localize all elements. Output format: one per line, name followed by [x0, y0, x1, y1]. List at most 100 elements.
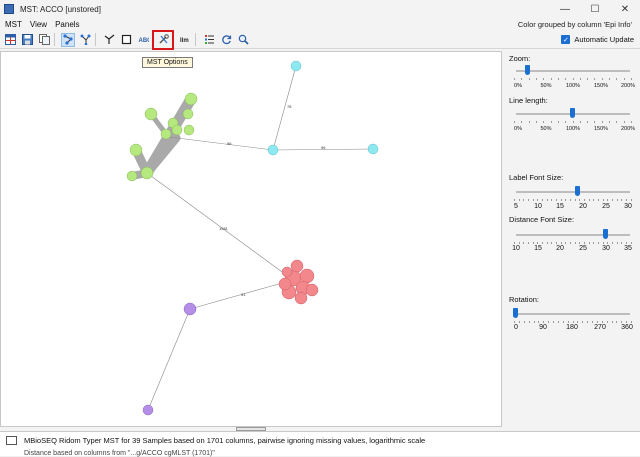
network-alt-icon[interactable] [78, 33, 92, 47]
square-icon[interactable] [119, 33, 133, 47]
mst-options-tooltip: MST Options [142, 57, 193, 68]
menu-panels[interactable]: Panels [55, 20, 79, 29]
node [183, 302, 197, 316]
toolbar-separator [195, 33, 196, 46]
rotation-slider-track[interactable] [516, 313, 630, 315]
scale-label: 50% [540, 126, 552, 132]
svg-text:Ilm: Ilm [180, 38, 189, 44]
scale-label: 35 [624, 245, 632, 252]
scale-label: 90 [539, 324, 547, 331]
mst-graph-canvas[interactable]: 78 96 96 1581 31 [0, 51, 502, 427]
node [142, 404, 154, 416]
red-cluster [278, 259, 319, 305]
grid-icon[interactable] [3, 33, 17, 47]
edge-label: 1581 [219, 226, 229, 231]
scale-label: 180 [566, 324, 578, 331]
search-icon[interactable] [236, 33, 250, 47]
rotation-scale: 0 90 180 270 360 [504, 324, 640, 334]
node [290, 259, 304, 273]
node [267, 144, 279, 156]
distance-font-size-slider-track[interactable] [516, 234, 630, 236]
window-title: MST: ACCO [unstored] [20, 4, 101, 14]
menu-bar: MST View Panels Color grouped by column … [0, 18, 640, 31]
label-font-size-slider-thumb[interactable] [575, 186, 580, 196]
app-icon [4, 4, 14, 14]
scale-label: 5 [514, 203, 518, 210]
close-button[interactable]: ✕ [610, 0, 640, 18]
scale-label: 10 [512, 245, 520, 252]
zoom-ticks [514, 78, 632, 81]
node [129, 143, 143, 157]
label-font-size-slider-track[interactable] [516, 191, 630, 193]
label-font-size-label: Label Font Size: [509, 173, 564, 182]
distance-font-size-scale: 10 15 20 25 30 35 [504, 245, 640, 255]
distance-font-size-label: Distance Font Size: [509, 215, 575, 224]
node [184, 92, 198, 106]
scale-label: 25 [602, 203, 610, 210]
scale-label: 30 [624, 203, 632, 210]
info-panel: MBioSEQ Ridom Typer MST for 39 Samples b… [0, 431, 640, 457]
zoom-slider-track[interactable] [516, 70, 630, 72]
scale-label: 200% [620, 83, 636, 89]
node [290, 60, 302, 72]
toolbar: ABC Ilm ✓ Automatic Update [0, 29, 640, 50]
node [144, 107, 158, 121]
info-table-icon [6, 436, 17, 445]
scale-label: 25 [579, 245, 587, 252]
list-icon[interactable] [202, 33, 216, 47]
mst-graph[interactable]: 78 96 96 1581 31 [1, 52, 503, 428]
scale-label: 360 [621, 324, 633, 331]
menu-view[interactable]: View [30, 20, 47, 29]
mst-window: MST: ACCO [unstored] — ☐ ✕ MST View Pane… [0, 0, 640, 457]
branch-icon[interactable] [102, 33, 116, 47]
label-icon[interactable]: ABC [136, 33, 150, 47]
scale-label: 200% [620, 126, 636, 132]
scale-label: 20 [579, 203, 587, 210]
minimize-button[interactable]: — [550, 0, 580, 18]
sync-icon[interactable] [219, 33, 233, 47]
legend-icon[interactable]: Ilm [178, 33, 192, 47]
line-length-slider-thumb[interactable] [570, 108, 575, 118]
green-cluster-branches [128, 93, 197, 180]
svg-text:ABC: ABC [138, 38, 149, 44]
node [278, 277, 292, 291]
scale-label: 30 [602, 245, 610, 252]
zoom-slider-thumb[interactable] [525, 65, 530, 75]
scale-label: 15 [534, 245, 542, 252]
line-length-label: Line length: [509, 96, 548, 105]
scale-label: 100% [565, 83, 581, 89]
options-icon[interactable] [152, 29, 174, 50]
scale-label: 0% [514, 83, 522, 89]
maximize-button[interactable]: ☐ [580, 0, 610, 18]
distance-font-size-slider-thumb[interactable] [603, 229, 608, 239]
color-group-info: Color grouped by column 'Epi Info' [517, 20, 632, 29]
edge-label: 31 [241, 292, 246, 297]
node [281, 266, 293, 278]
menu-mst[interactable]: MST [5, 20, 22, 29]
zoom-label: Zoom: [509, 54, 531, 63]
rotation-label: Rotation: [509, 295, 540, 304]
scale-label: 50% [540, 83, 552, 89]
edge-labels: 78 96 96 1581 31 [219, 104, 326, 297]
zoom-scale: 0% 50% 100% 150% 200% [504, 83, 640, 93]
scale-label: 150% [593, 83, 609, 89]
node [367, 143, 379, 155]
node [126, 170, 138, 182]
node [140, 166, 154, 180]
scale-label: 10 [534, 203, 542, 210]
line-length-ticks [514, 121, 632, 124]
line-length-scale: 0% 50% 100% 150% 200% [504, 126, 640, 136]
scale-label: 15 [556, 203, 564, 210]
checkbox-icon[interactable]: ✓ [561, 35, 571, 44]
scale-label: 0 [514, 324, 518, 331]
label-font-size-scale: 5 10 15 20 25 30 [504, 203, 640, 213]
rotation-slider-thumb[interactable] [513, 308, 518, 318]
node [183, 124, 195, 136]
toolbar-separator [54, 33, 55, 46]
label-font-size-ticks [514, 199, 632, 202]
save-icon[interactable] [20, 33, 34, 47]
title-bar: MST: ACCO [unstored] — ☐ ✕ [0, 0, 640, 18]
automatic-update-toggle[interactable]: ✓ Automatic Update [561, 35, 634, 44]
network-icon[interactable] [61, 32, 75, 47]
copy-icon[interactable] [37, 33, 51, 47]
